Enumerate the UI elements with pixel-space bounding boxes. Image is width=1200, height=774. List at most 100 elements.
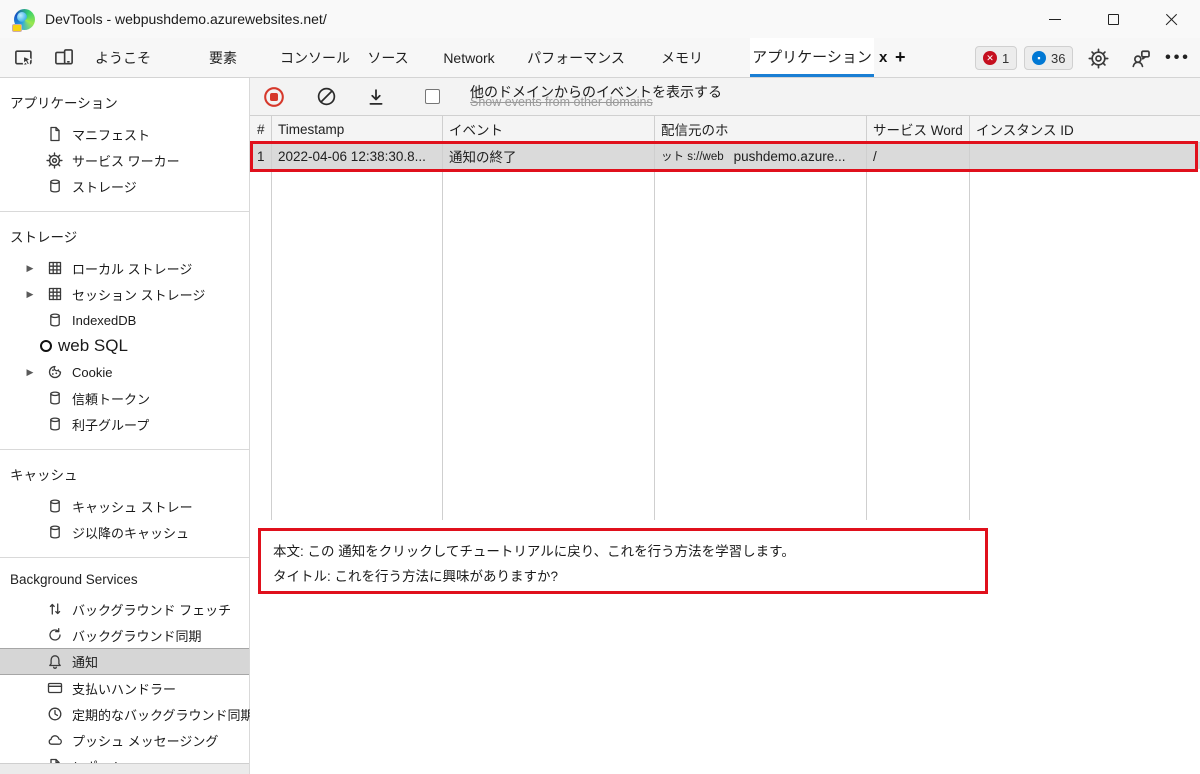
sidebar-item-interest-groups[interactable]: 利子グループ — [0, 411, 249, 437]
clear-button[interactable] — [315, 86, 337, 108]
sidebar-item-label: Cookie — [72, 364, 113, 380]
event-details-pane: 本文: この 通知をクリックしてチュートリアルに戻り、これを行う方法を学習します… — [250, 520, 1200, 774]
database-icon — [46, 178, 63, 195]
chevron-right-icon[interactable]: ▶ — [23, 367, 37, 378]
clock-icon — [46, 706, 63, 723]
tab-memory[interactable]: メモリ — [648, 38, 716, 77]
tab-performance[interactable]: パフォーマンス — [522, 38, 630, 77]
sidebar-item-label: サービス ワーカー — [72, 153, 180, 169]
gear-icon — [1087, 47, 1109, 69]
section-application: アプリケーション マニフェスト サービス ワーカー ストレージ — [0, 78, 249, 212]
credit-card-icon — [46, 680, 63, 697]
tab-console[interactable]: コンソール — [272, 38, 358, 77]
sync-icon — [46, 627, 63, 644]
sidebar-item-background-fetch[interactable]: バックグラウンド フェッチ — [0, 596, 249, 622]
sidebar-item-push-messaging[interactable]: プッシュ メッセージング — [0, 727, 249, 753]
issues-icon: ▪ — [1032, 51, 1046, 65]
sidebar-item-payment-handler[interactable]: 支払いハンドラー — [0, 675, 249, 701]
sidebar-item-label: バックグラウンド フェッチ — [72, 602, 232, 618]
chevron-right-icon[interactable]: ▶ — [23, 263, 37, 274]
section-cache: キャッシュ キャッシュ ストレー ジ以降のキャッシュ — [0, 450, 249, 558]
row-origin-prefix: ット s://web — [661, 151, 724, 163]
inspect-element-button[interactable] — [12, 46, 36, 70]
settings-button[interactable] — [1086, 46, 1110, 70]
sidebar-item-web-sql[interactable]: web SQL — [0, 333, 249, 359]
column-header-service-worker[interactable]: サービス Word — [867, 116, 970, 142]
save-events-button[interactable] — [365, 86, 387, 108]
section-header-background-services: Background Services — [10, 572, 138, 587]
device-emulation-button[interactable] — [52, 46, 76, 70]
cloud-icon — [46, 732, 63, 749]
column-header-origin[interactable]: 配信元のホ — [655, 116, 867, 142]
issues-count: 36 — [1051, 50, 1066, 66]
error-count: 1 — [1002, 50, 1010, 66]
sidebar-item-label: IndexedDB — [72, 312, 137, 328]
sidebar-item-manifest[interactable]: マニフェスト — [0, 121, 249, 147]
sidebar-item-label: 支払いハンドラー — [72, 681, 177, 697]
tab-close-button[interactable]: x — [879, 38, 887, 77]
sidebar-item-storage[interactable]: ストレージ — [0, 173, 249, 199]
close-button[interactable] — [1142, 0, 1200, 38]
sidebar-bottom-strip — [0, 763, 249, 774]
sidebar-item-label: マニフェスト — [72, 127, 151, 143]
device-toolbar-icon — [55, 49, 73, 65]
column-header-num[interactable]: # — [250, 116, 272, 142]
sidebar-item-local-storage[interactable]: ▶ ローカル ストレージ — [0, 255, 249, 281]
database-icon — [46, 312, 63, 329]
sidebar-item-indexeddb[interactable]: IndexedDB — [0, 307, 249, 333]
row-origin-host: pushdemo.azure... — [733, 148, 846, 164]
feedback-button[interactable] — [1128, 46, 1152, 70]
sidebar-item-label: 信頼トークン — [72, 391, 151, 407]
tab-elements[interactable]: 要素 — [185, 38, 261, 77]
sidebar-item-service-worker[interactable]: サービス ワーカー — [0, 147, 249, 173]
error-counter-button[interactable]: ✕ 1 — [975, 46, 1018, 70]
notification-detail-annotation: 本文: この 通知をクリックしてチュートリアルに戻り、これを行う方法を学習します… — [258, 528, 988, 594]
more-options-button[interactable]: ••• — [1165, 46, 1191, 70]
record-button[interactable] — [263, 86, 285, 108]
sidebar-item-notifications[interactable]: 通知 — [0, 648, 249, 675]
column-header-timestamp[interactable]: Timestamp — [272, 116, 443, 142]
sidebar-item-cache-storage[interactable]: キャッシュ ストレー — [0, 493, 249, 519]
tab-sources[interactable]: ソース — [356, 38, 420, 77]
sidebar-item-trust-tokens[interactable]: 信頼トークン — [0, 385, 249, 411]
column-header-event[interactable]: イベント — [443, 116, 655, 142]
maximize-icon — [1107, 13, 1119, 25]
row-num: 1 — [250, 143, 272, 169]
issues-counter-button[interactable]: ▪ 36 — [1024, 46, 1074, 70]
sidebar-item-back-forward-cache[interactable]: ジ以降のキャッシュ — [0, 519, 249, 545]
inspect-icon — [15, 50, 32, 66]
more-tabs-button[interactable]: + — [895, 38, 906, 77]
sidebar-item-label: キャッシュ ストレー — [72, 499, 193, 515]
checkbox-label[interactable]: 他のドメインからのイベントを表示する — [470, 85, 722, 99]
record-icon — [264, 86, 284, 107]
sidebar-item-session-storage[interactable]: ▶ セッション ストレージ — [0, 281, 249, 307]
circle-icon — [40, 340, 52, 352]
chevron-right-icon[interactable]: ▶ — [23, 289, 37, 300]
event-table-row[interactable]: 1 2022-04-06 12:38:30.8... 通知の終了 ット s://… — [250, 143, 1200, 169]
minimize-button[interactable] — [1026, 0, 1084, 38]
close-icon — [1165, 13, 1178, 26]
column-header-instance-id[interactable]: インスタンス ID — [970, 116, 1200, 142]
events-table-header: # Timestamp イベント 配信元のホ サービス Word インスタンス … — [250, 116, 1200, 143]
tab-welcome[interactable]: ようこそ — [85, 38, 161, 77]
sidebar-item-label: ローカル ストレージ — [72, 261, 193, 277]
sidebar-item-cookie[interactable]: ▶ Cookie — [0, 359, 249, 385]
table-icon — [46, 286, 63, 303]
section-storage: ストレージ ▶ ローカル ストレージ ▶ セッション ストレージ Indexed… — [0, 212, 249, 450]
sidebar-item-label: 定期的なバックグラウンド同期 — [72, 707, 254, 723]
title-bar: DevTools - webpushdemo.azurewebsites.net… — [0, 0, 1200, 38]
sidebar-item-background-sync[interactable]: バックグラウンド同期 — [0, 622, 249, 648]
sidebar-item-periodic-background-sync[interactable]: 定期的なバックグラウンド同期 — [0, 701, 253, 727]
tab-network[interactable]: Network — [426, 38, 512, 77]
maximize-button[interactable] — [1084, 0, 1142, 38]
edge-dev-badge-icon — [12, 23, 22, 32]
download-icon — [369, 88, 383, 105]
gear-icon — [46, 151, 63, 169]
edge-logo-icon — [12, 8, 35, 32]
tab-application[interactable]: アプリケーション — [750, 38, 874, 77]
sidebar-item-label: プッシュ メッセージング — [72, 733, 219, 749]
show-other-domains-checkbox[interactable] — [425, 89, 440, 104]
ellipsis-icon: ••• — [1165, 49, 1191, 66]
sidebar-item-label: バックグラウンド同期 — [72, 628, 202, 644]
database-icon — [46, 416, 63, 433]
